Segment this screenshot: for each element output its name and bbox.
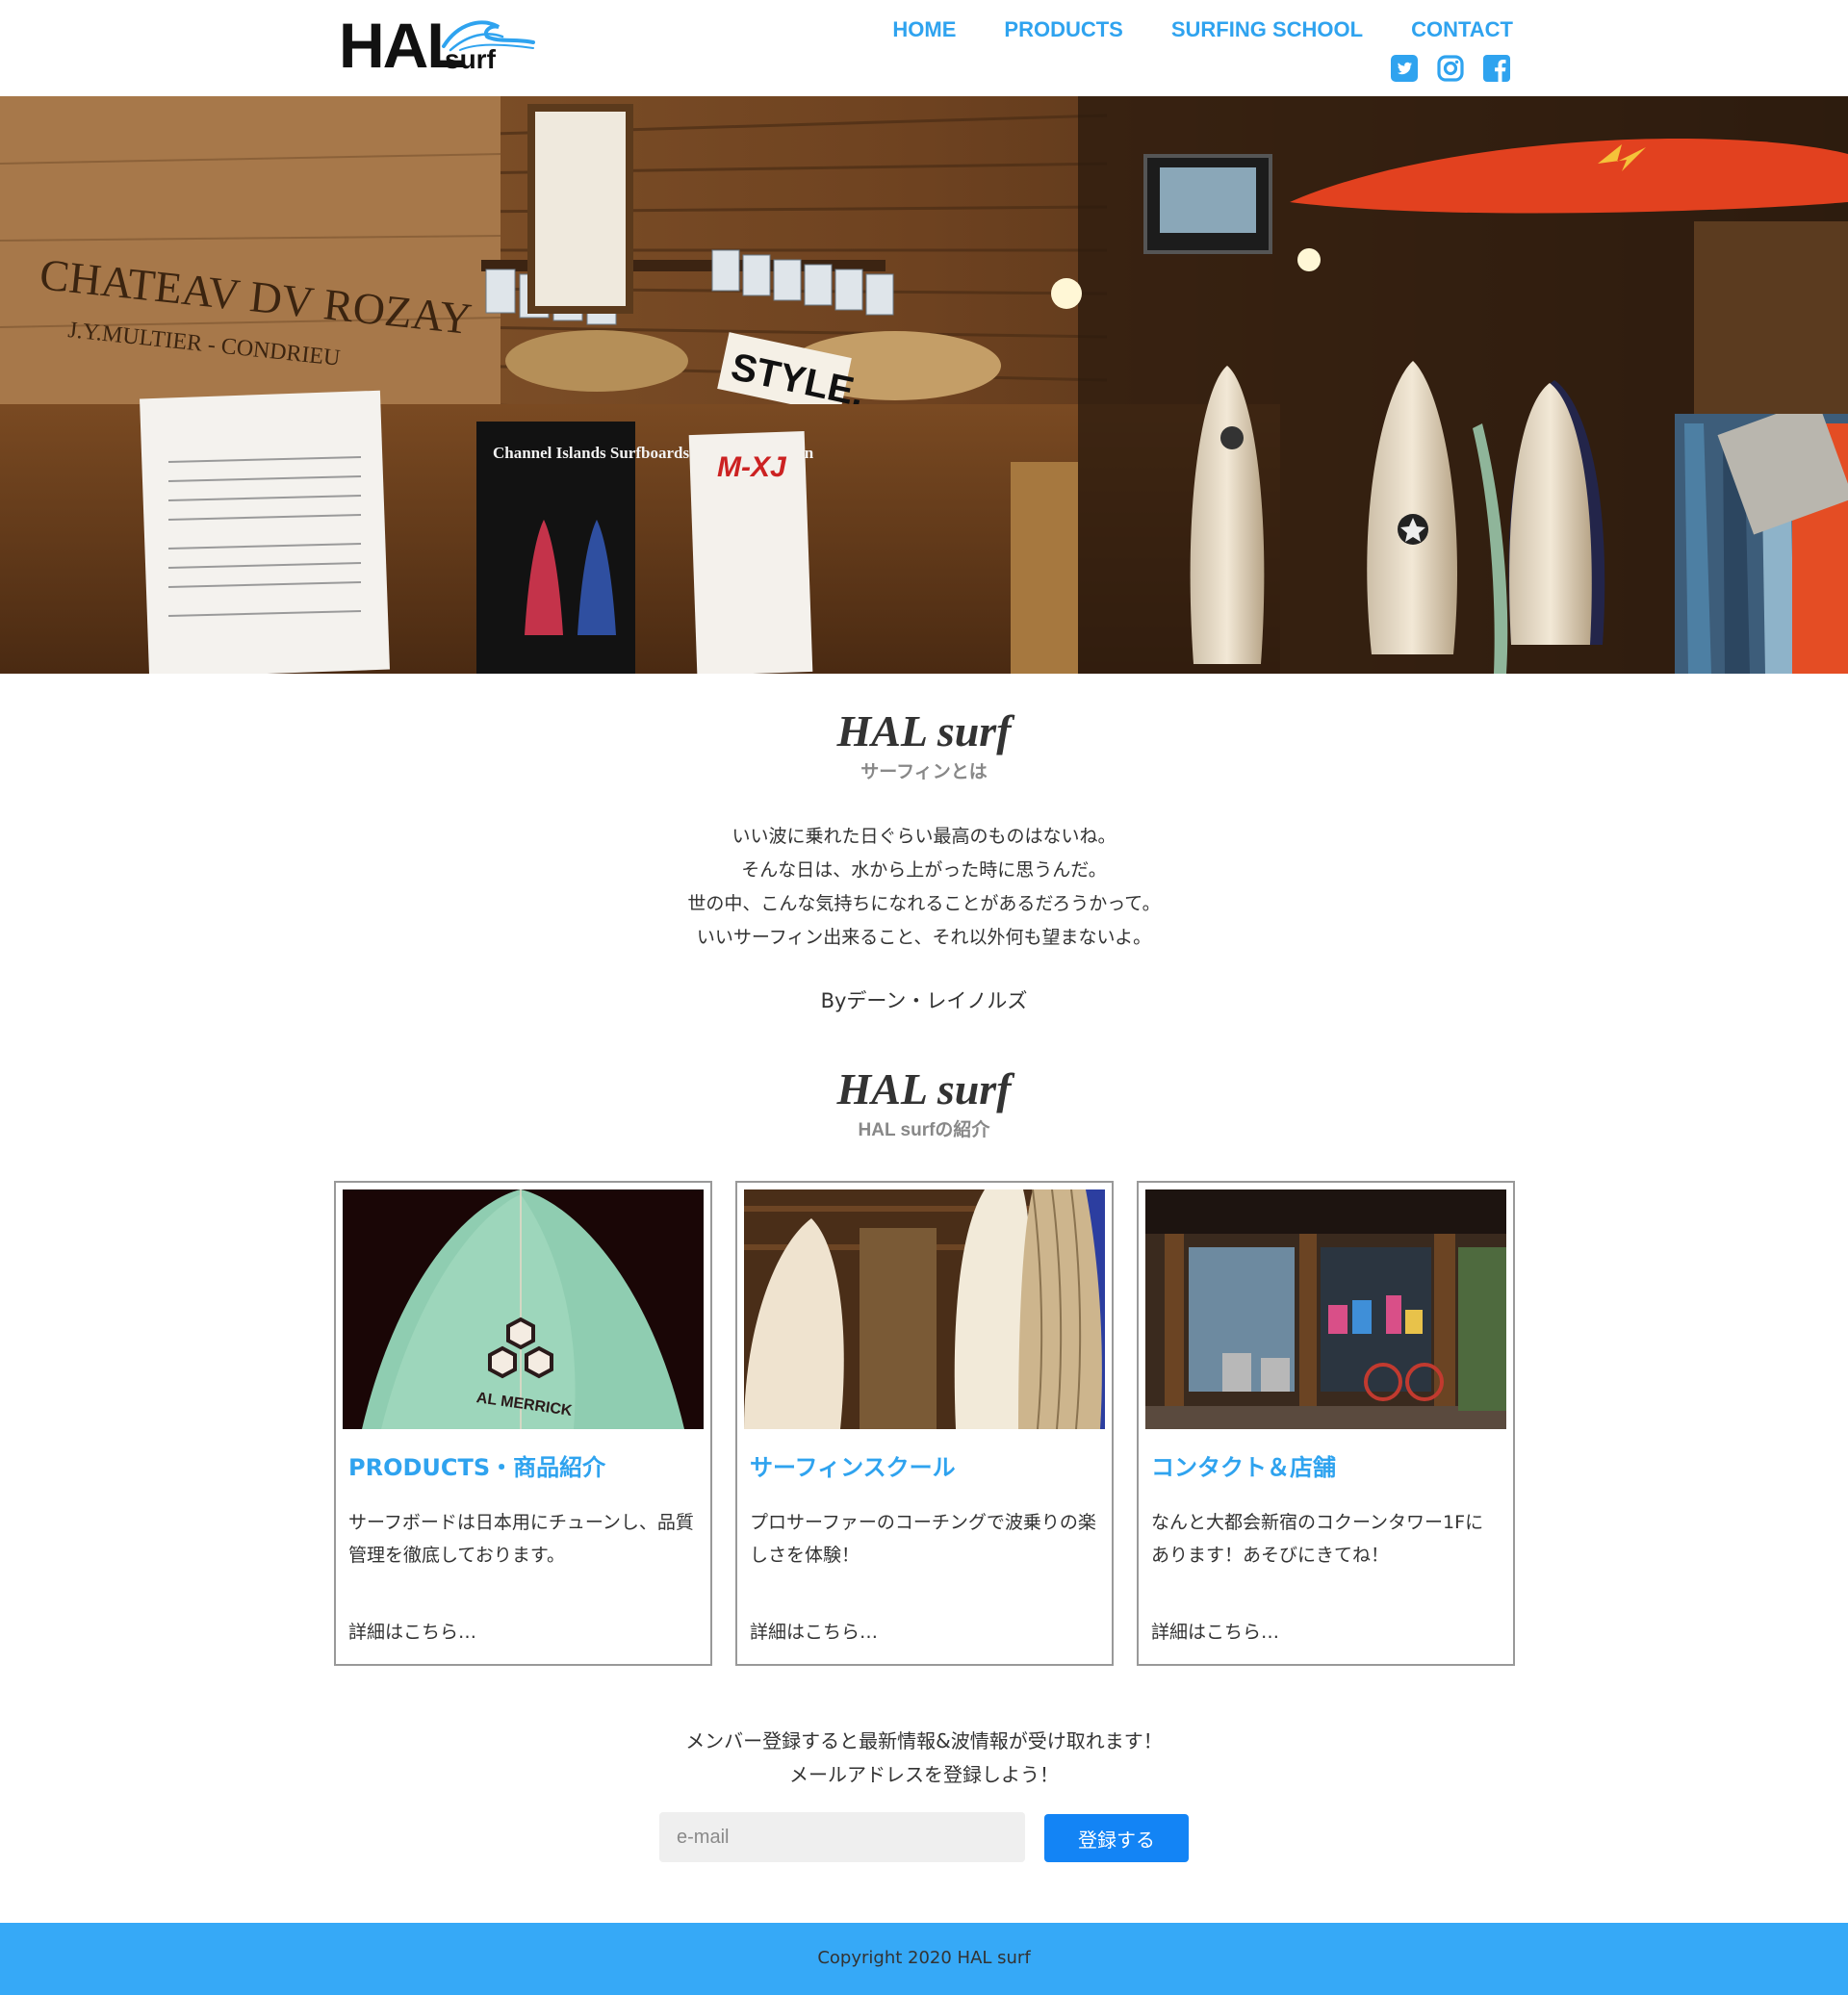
facebook-icon[interactable] xyxy=(1482,54,1511,83)
card-products-title[interactable]: PRODUCTS・商品紹介 xyxy=(348,1450,704,1485)
quote-line: いい波に乗れた日ぐらい最高のものはないね。 xyxy=(732,826,1116,847)
email-input[interactable] xyxy=(659,1812,1025,1862)
card-school-text: プロサーファーのコーチングで波乗りの楽しさを体験！ xyxy=(750,1512,1096,1566)
feature-cards: AL MERRICK PRODUCTS・商品紹介 サーフボードは日本用にチューン… xyxy=(334,1181,1515,1666)
signup-message: メンバー登録すると最新情報&波情報が受け取れます！ メールアドレスを登録しよう！ xyxy=(0,1725,1848,1792)
quote-line: いいサーフィン出来ること、それ以外何も望まないよ。 xyxy=(696,927,1152,948)
twitter-icon[interactable] xyxy=(1390,54,1419,83)
site-footer: Copyright 2020 HAL surf xyxy=(0,1923,1848,1995)
site-header: HAL surf HOME PRODUCTS SURFING SCHOOL CO… xyxy=(0,0,1848,96)
signup-line: メンバー登録すると最新情報&波情報が受け取れます！ xyxy=(685,1729,1163,1752)
card-products-image[interactable]: AL MERRICK xyxy=(343,1189,704,1429)
register-button[interactable]: 登録する xyxy=(1044,1814,1189,1862)
card-contact: コンタクト＆店舗 なんと大都会新宿のコクーンタワー1Fにあります！あそびにきてね… xyxy=(1137,1181,1515,1666)
hero-image: CHATEAV DV ROZAY J.Y.MULTIER - CONDRIEU … xyxy=(0,96,1848,674)
nav-home[interactable]: HOME xyxy=(892,17,956,42)
logo-sub-text: surf xyxy=(445,44,496,74)
card-school: サーフィンスクール プロサーファーのコーチングで波乗りの楽しさを体験！ 詳細はこ… xyxy=(735,1181,1114,1666)
card-products-text: サーフボードは日本用にチューンし、品質管理を徹底しております。 xyxy=(348,1512,694,1566)
main-nav: HOME PRODUCTS SURFING SCHOOL CONTACT xyxy=(892,17,1513,42)
quote-author: Byデーン・レイノルズ xyxy=(820,989,1028,1012)
nav-contact[interactable]: CONTACT xyxy=(1411,17,1513,42)
about-title: HAL surf xyxy=(836,1064,1012,1113)
instagram-icon[interactable] xyxy=(1436,54,1465,83)
card-school-image[interactable] xyxy=(744,1189,1105,1429)
quote-line: 世の中、こんな気持ちになれることがあるだろうかって。 xyxy=(687,893,1161,914)
signup-line: メールアドレスを登録しよう！ xyxy=(789,1763,1059,1786)
intro-subtitle: サーフィンとは xyxy=(860,762,988,782)
hero-poster2-title: M-XJ xyxy=(717,451,787,483)
quote-line: そんな日は、水から上がった時に思うんだ。 xyxy=(741,859,1107,881)
card-contact-text: なんと大都会新宿のコクーンタワー1Fにあります！あそびにきてね！ xyxy=(1151,1512,1484,1566)
card-contact-title[interactable]: コンタクト＆店舗 xyxy=(1151,1450,1506,1485)
intro-quote: いい波に乗れた日ぐらい最高のものはないね。 そんな日は、水から上がった時に思うん… xyxy=(0,820,1848,955)
card-school-link[interactable]: 詳細はこちら… xyxy=(750,1618,878,1644)
card-school-title[interactable]: サーフィンスクール xyxy=(750,1450,1105,1485)
nav-surfing-school[interactable]: SURFING SCHOOL xyxy=(1171,17,1363,42)
intro-title: HAL surf xyxy=(836,706,1012,755)
card-products: AL MERRICK PRODUCTS・商品紹介 サーフボードは日本用にチューン… xyxy=(334,1181,712,1666)
nav-products[interactable]: PRODUCTS xyxy=(1004,17,1122,42)
card-contact-image[interactable] xyxy=(1145,1189,1506,1429)
card-products-link[interactable]: 詳細はこちら… xyxy=(348,1618,476,1644)
site-logo[interactable]: HAL surf xyxy=(339,13,535,77)
card-contact-link[interactable]: 詳細はこちら… xyxy=(1151,1618,1279,1644)
about-subtitle: HAL surfの紹介 xyxy=(858,1120,990,1140)
social-links xyxy=(1390,54,1511,83)
copyright-text: Copyright 2020 HAL surf xyxy=(817,1948,1031,1968)
surf-shop-interior-photo: CHATEAV DV ROZAY J.Y.MULTIER - CONDRIEU … xyxy=(0,96,1848,674)
